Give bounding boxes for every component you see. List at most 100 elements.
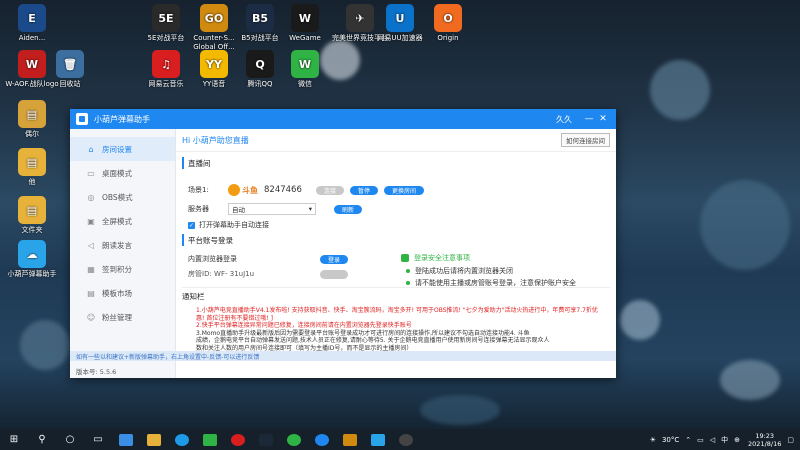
sidebar-item-label: OBS模式 <box>102 192 133 202</box>
cortana-icon[interactable]: ○ <box>56 429 84 450</box>
desktop-icon-label: 他 <box>28 178 36 186</box>
sidebar-item-room[interactable]: ⌂ 房间设置 <box>70 137 175 161</box>
feedback-tip[interactable]: 如有一些以和建议+新版弹幕助手，右上角设置中-反馈-可以进行反馈 <box>70 351 616 361</box>
desktop-icon-label: 小葫芦弹幕助手 <box>7 270 57 278</box>
netease-music-icon[interactable] <box>224 429 252 450</box>
folder2-icon: ▤ <box>18 196 46 224</box>
sidebar-item-label: 朗读发言 <box>102 240 132 250</box>
desktop-icon-label: WeGame <box>289 34 321 42</box>
auto-connect-checkbox[interactable]: ✓ <box>188 221 195 229</box>
server-value: 自动 <box>232 206 245 214</box>
desktop-icon-danmu[interactable]: ☁ 小葫芦弹幕助手 <box>2 240 62 279</box>
ime-mode-icon[interactable]: ⊕ <box>734 436 740 444</box>
obs-icon: ◎ <box>87 192 95 202</box>
volume-icon[interactable]: ◁ <box>710 436 715 444</box>
desktop-icon-wechat[interactable]: W 微信 <box>275 50 335 89</box>
chevron-up-icon[interactable]: ⌃ <box>685 436 691 444</box>
danmu-icon: ☁ <box>18 240 46 268</box>
pause-button[interactable]: 暂停 <box>350 185 379 195</box>
windows-start-icon[interactable]: ⊞ <box>0 429 28 450</box>
close-button[interactable]: ✕ <box>596 114 610 124</box>
connect-button[interactable]: 连接 <box>316 185 345 195</box>
origin-icon: O <box>434 4 462 32</box>
room-admin-label: 房管ID: WF- 31uJ1u <box>188 270 255 278</box>
refresh-button[interactable]: 刷新 <box>334 204 363 214</box>
csgo-icon: GO <box>200 4 228 32</box>
desktop-icon-aiden[interactable]: E Aiden... <box>2 4 62 43</box>
sidebar-item-template[interactable]: ▤ 模板市场 <box>70 281 175 305</box>
sidebar-item-obs[interactable]: ◎ OBS模式 <box>70 185 175 209</box>
douyu-fish-icon <box>228 184 240 196</box>
taskbar-app-1-icon[interactable] <box>112 429 140 450</box>
section-live-room: 直播间 <box>182 157 616 169</box>
csgo-taskbar-icon[interactable] <box>336 429 364 450</box>
ime-indicator[interactable]: 中 <box>721 435 728 445</box>
monitor-icon: ▭ <box>87 168 95 178</box>
wegame-icon: W <box>291 4 319 32</box>
sidebar-item-checkin[interactable]: ▦ 签到积分 <box>70 257 175 281</box>
minimize-button[interactable]: — <box>582 114 596 124</box>
sidebar-item-fans[interactable]: ☺ 粉丝管理 <box>70 305 175 329</box>
edge-icon[interactable] <box>168 429 196 450</box>
calendar-icon: ▦ <box>87 264 95 274</box>
yy-icon: YY <box>200 50 228 78</box>
desktop-icon-beiwang[interactable]: ▤ 偶尔 <box>2 100 62 139</box>
user-menu[interactable]: 久久 <box>556 114 572 125</box>
notice-title: 通知栏 <box>182 292 205 301</box>
network-icon[interactable]: ▭ <box>697 436 704 444</box>
obs-taskbar-icon[interactable] <box>392 429 420 450</box>
clock[interactable]: 19:23 2021/8/16 <box>748 432 781 448</box>
desktop-icon-recycle[interactable]: 🗑 回收站 <box>40 50 100 89</box>
how-to-connect-button[interactable]: 如何连接房间 <box>561 133 610 147</box>
window-titlebar[interactable]: 小葫芦弹幕助手 久久 — ✕ <box>70 109 616 129</box>
safety-tip-1: 登陆成功后请将内置浏览器关闭 <box>415 267 513 275</box>
temperature[interactable]: 30°C <box>662 436 679 444</box>
desktop-icon-wegame[interactable]: W WeGame <box>275 4 335 43</box>
task-view-icon[interactable]: ▭ <box>84 429 112 450</box>
taskbar: ⊞ ⚲ ○ ▭ ☀ 30°C ⌃ ▭ ◁ 中 ⊕ 19:23 2021/8/16… <box>0 429 800 450</box>
section-account: 平台账号登录 <box>182 234 233 246</box>
sidebar-item-desktop[interactable]: ▭ 桌面模式 <box>70 161 175 185</box>
danmu-taskbar-icon[interactable] <box>364 429 392 450</box>
scene-label: 场景1: <box>188 186 209 194</box>
file-explorer-icon[interactable] <box>140 429 168 450</box>
clock-time: 19:23 <box>755 431 775 440</box>
window-title: 小葫芦弹幕助手 <box>94 114 150 124</box>
wechat-icon[interactable] <box>280 429 308 450</box>
wechat-icon: W <box>291 50 319 78</box>
desktop-icon-folder1[interactable]: ▤ 他 <box>2 148 62 187</box>
logout-button[interactable] <box>320 269 348 279</box>
fullscreen-icon: ▣ <box>87 216 95 226</box>
steam-icon[interactable] <box>252 429 280 450</box>
sidebar-item-voice[interactable]: ◁ 朗读发言 <box>70 233 175 257</box>
auto-connect-label: 打开弹幕助手自动连接 <box>199 221 269 229</box>
user-icon: ☺ <box>86 312 96 322</box>
desktop-icon-label: Origin <box>437 34 459 42</box>
music-icon: ♫ <box>152 50 180 78</box>
notice-line-2: 2.快手平台弹幕连接异常问题已修复，连接房间前请在内置浏览器先登录快手账号 <box>196 322 412 329</box>
beiwang-icon: ▤ <box>18 100 46 128</box>
desktop-icon-folder2[interactable]: ▤ 文件夹 <box>2 196 62 235</box>
server-select[interactable]: 自动 ▾ <box>228 203 316 215</box>
speaker-icon: ◁ <box>87 240 95 250</box>
platform-name: 斗鱼 <box>242 185 258 195</box>
desktop-icon-label: 偶尔 <box>25 130 39 138</box>
weather-icon[interactable]: ☀ <box>650 436 656 444</box>
room-id[interactable]: 8247466 <box>264 185 316 195</box>
sidebar-item-fullscreen[interactable]: ▣ 全屏模式 <box>70 209 175 233</box>
shield-icon <box>401 254 409 262</box>
store-icon: ▤ <box>87 288 95 298</box>
sidebar-item-label: 桌面模式 <box>102 168 132 178</box>
qq-icon[interactable] <box>308 429 336 450</box>
notification-icon[interactable]: ▢ <box>787 436 794 444</box>
desktop-icon-origin[interactable]: O Origin <box>418 4 478 43</box>
notice-line-4: 成绩，企鹅电竞平台自动弹幕发送问题,技术人员正在修复,请耐心等待5. 关于企鹅电… <box>196 337 550 344</box>
switch-room-button[interactable]: 更换房间 <box>384 185 425 195</box>
desktop-icon-label: 微信 <box>298 80 312 88</box>
search-icon[interactable]: ⚲ <box>28 429 56 450</box>
taskbar-app-2-icon[interactable] <box>196 429 224 450</box>
recycle-icon: 🗑 <box>56 50 84 78</box>
login-button[interactable]: 登录 <box>320 254 349 264</box>
douyu-logo: 斗鱼 <box>228 184 258 196</box>
danmu-assistant-window: 小葫芦弹幕助手 久久 — ✕ ⌂ 房间设置 ▭ 桌面模式 ◎ OBS模式 ▣ 全屏模式 ◁ 朗读发… <box>70 109 616 378</box>
